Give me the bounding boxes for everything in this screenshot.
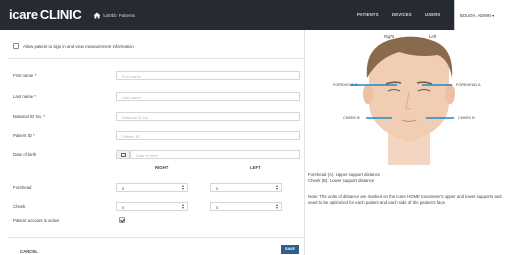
patient-form: Allow patient to sign in and view measur…	[0, 30, 305, 255]
allow-signin-label: Allow patient to sign in and view measur…	[23, 44, 134, 49]
brand-logo[interactable]: icare CLINIC	[9, 7, 82, 22]
nav-devices[interactable]: DEVICES	[392, 12, 412, 17]
save-button[interactable]: SAVE	[281, 245, 299, 254]
divider	[8, 237, 304, 238]
left-column-header: LEFT	[250, 165, 261, 170]
last-name-field[interactable]: Last name	[116, 92, 300, 101]
stepper-arrows-icon[interactable]	[274, 185, 279, 192]
divider	[8, 58, 304, 59]
ear-shape	[363, 84, 373, 104]
diagram-note: Note: The units of distance are marked o…	[308, 194, 502, 205]
cheek-right-value: 0	[122, 204, 125, 210]
cheek-b-right-label: CHEEK B	[343, 116, 360, 120]
stepper-arrows-icon[interactable]	[180, 185, 185, 192]
allow-signin-checkbox[interactable]	[13, 43, 19, 49]
top-bar: icare CLINIC \u00bb Patients PATIENTS DEV…	[0, 0, 510, 30]
brand-prefix: icare	[9, 7, 38, 22]
patient-id-field[interactable]: Patient ID	[116, 131, 300, 140]
measurement-guide-panel: Right Left FOREHEAD A FOREHEAD A CHEEK B…	[306, 30, 510, 255]
calendar-icon	[121, 153, 126, 157]
face-diagram	[351, 36, 455, 165]
nav-patients[interactable]: PATIENTS	[357, 12, 379, 17]
nav-users[interactable]: USERS	[425, 12, 440, 17]
first-name-placeholder: First name	[122, 73, 141, 79]
breadcrumb: \u00bb Patients	[93, 12, 135, 19]
dob-label: Date of birth	[13, 152, 37, 157]
cheek-right-stepper[interactable]: 0	[116, 202, 188, 211]
first-name-label: First name *	[13, 73, 37, 78]
account-active-label: Patient account is active	[13, 218, 60, 223]
cheek-left-stepper[interactable]: 0	[210, 202, 282, 211]
last-name-label: Last name *	[13, 94, 36, 99]
cheek-left-value: 0	[216, 204, 219, 210]
first-name-field[interactable]: First name	[116, 71, 300, 80]
cancel-button[interactable]: CANCEL	[20, 249, 38, 254]
stepper-arrows-icon[interactable]	[274, 204, 279, 211]
legend-cheek: Cheek (B): Lower support distance	[308, 178, 375, 183]
forehead-a-right-label: FOREHEAD A	[333, 83, 358, 87]
diagram-legend: Forehead (A): Upper support distance Che…	[308, 172, 380, 184]
user-menu[interactable]: BOUGH, ADMIN ▾	[454, 0, 510, 30]
brand-suffix: CLINIC	[39, 7, 82, 22]
patient-id-placeholder: Patient ID	[122, 133, 140, 139]
cheek-b-left-label: CHEEK B	[458, 116, 475, 120]
forehead-a-left-label: FOREHEAD A	[456, 83, 481, 87]
national-id-field[interactable]: National ID No.	[116, 112, 300, 121]
national-id-placeholder: National ID No.	[122, 114, 150, 120]
forehead-right-stepper[interactable]: 0	[116, 183, 188, 192]
account-active-checkbox[interactable]	[119, 217, 125, 223]
patient-id-label: Patient ID *	[13, 133, 35, 138]
stepper-arrows-icon[interactable]	[180, 204, 185, 211]
forehead-left-stepper[interactable]: 0	[210, 183, 282, 192]
home-icon[interactable]	[93, 12, 101, 19]
breadcrumb-patients[interactable]: Patients	[119, 13, 135, 18]
forehead-label: Forehead	[13, 185, 32, 190]
user-menu-label: BOUGH, ADMIN ▾	[460, 13, 495, 18]
ear-shape	[445, 84, 455, 104]
dob-placeholder: Date of birth	[136, 152, 158, 158]
forehead-right-value: 0	[122, 185, 125, 191]
cheek-label: Cheek	[13, 204, 26, 209]
national-id-label: National ID No. *	[13, 114, 46, 119]
dob-field[interactable]: Date of birth	[130, 150, 300, 159]
right-column-header: RIGHT	[155, 165, 169, 170]
last-name-placeholder: Last name	[122, 94, 141, 100]
forehead-left-value: 0	[216, 185, 219, 191]
breadcrumb-separator: \u00bb	[103, 13, 117, 18]
dob-calendar-button[interactable]	[116, 150, 130, 159]
